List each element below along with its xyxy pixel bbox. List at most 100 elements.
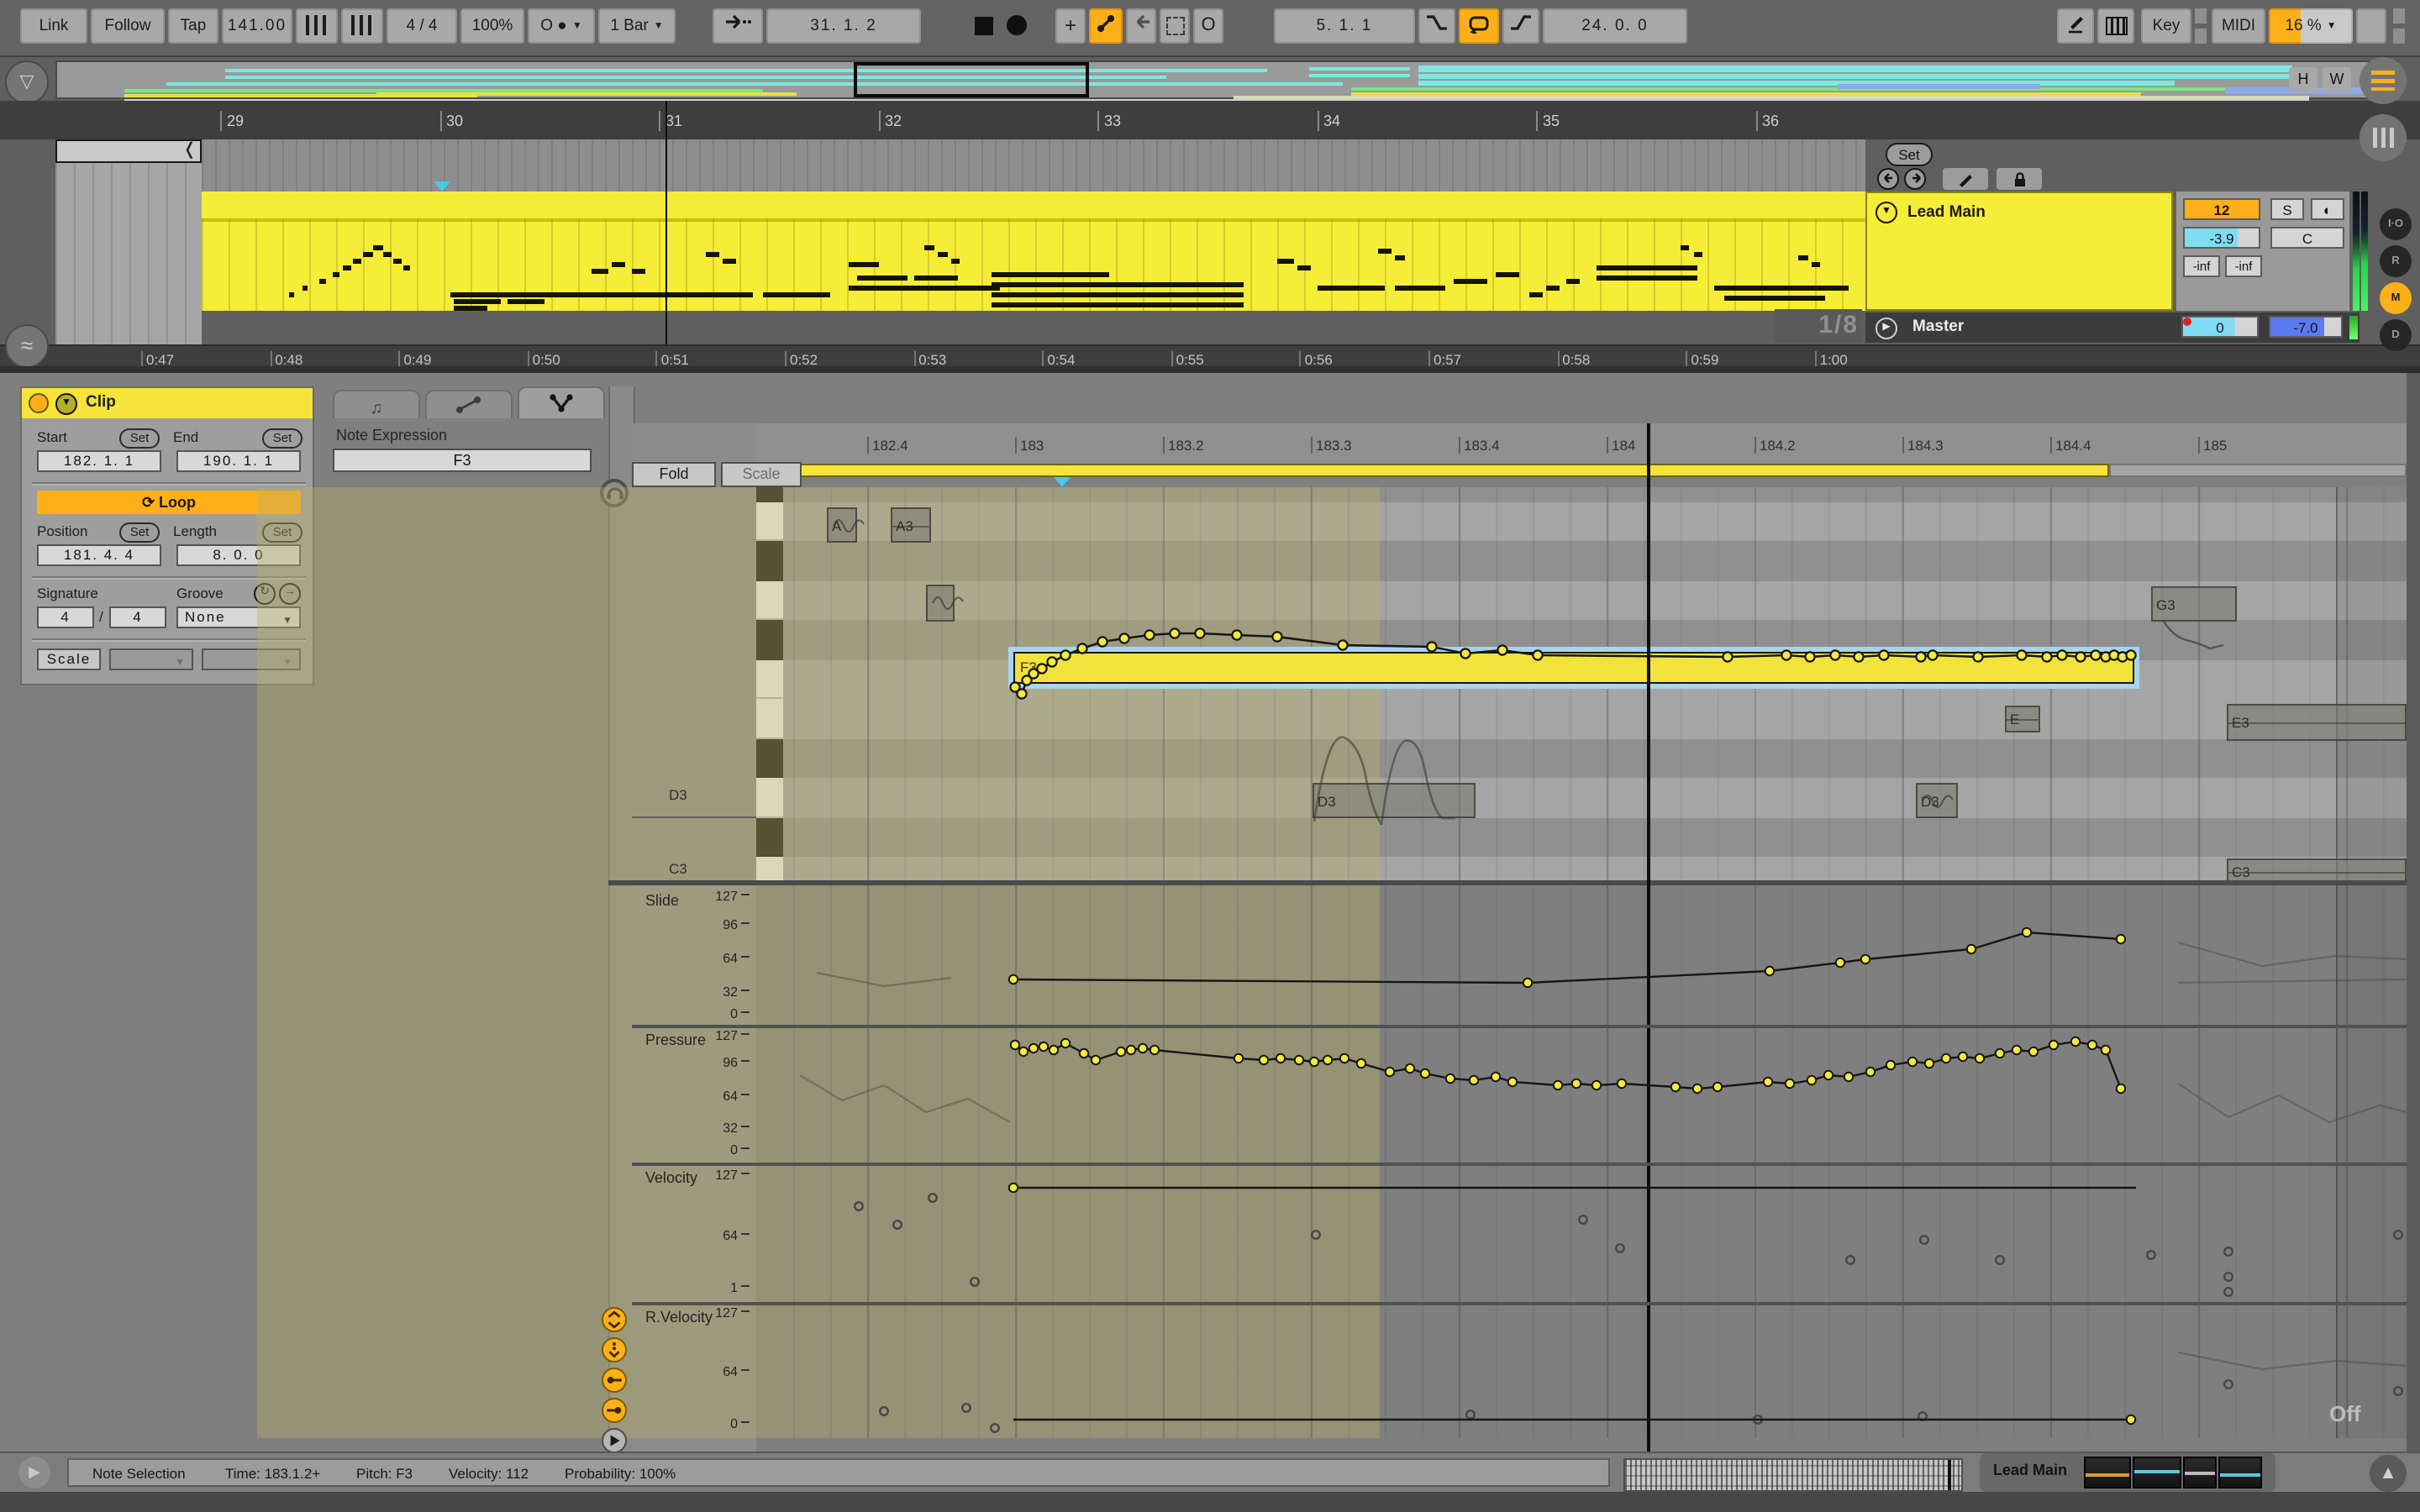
quantize-menu[interactable]: 1 Bar ▼ <box>598 8 676 44</box>
signature-denominator-field[interactable]: 4 <box>109 606 166 628</box>
clip-end-field[interactable]: 190. 1. 1 <box>176 450 301 472</box>
lane-separator[interactable] <box>632 1302 2407 1305</box>
lane-pressure[interactable]: Pressure 127 96 64 32 0 <box>632 1025 2407 1163</box>
loop-position-field[interactable]: 181. 4. 4 <box>37 544 161 566</box>
mixer-section-toggle[interactable]: M <box>2380 282 2412 314</box>
cpu-meter[interactable]: 16 % ▼ <box>2269 8 2353 44</box>
master-fold-icon[interactable]: ▶ <box>1876 317 1897 339</box>
device-thumbnail[interactable] <box>2183 1457 2217 1488</box>
new-midi-track-icon[interactable]: + <box>1055 8 1086 44</box>
draw-pencil-icon[interactable] <box>2057 8 2094 44</box>
midi-map-button[interactable]: MIDI <box>2212 8 2265 44</box>
solo-button[interactable]: S <box>2270 198 2304 220</box>
track-header-master[interactable]: ▶ Master 0 -7.0 <box>1865 312 2360 343</box>
stop-button[interactable] <box>968 8 998 44</box>
lane-separator[interactable] <box>632 1025 2407 1028</box>
draw-mode-icon[interactable] <box>1160 8 1190 44</box>
send-b-field[interactable]: -inf <box>2225 255 2262 277</box>
editor-insert-marker-icon[interactable] <box>1054 477 1071 487</box>
position-set-button[interactable]: Set <box>119 522 160 543</box>
show-hide-detail-icon[interactable]: ▲ <box>2370 1455 2407 1492</box>
clip-panel-header[interactable]: ▼ Clip <box>22 388 313 418</box>
anchor-right-icon[interactable] <box>602 1398 627 1423</box>
loop-set-button[interactable]: Set <box>1886 143 1933 166</box>
lane-envelope[interactable] <box>783 1302 2407 1438</box>
tap-tempo-button[interactable]: Tap <box>168 8 218 44</box>
lane-envelope[interactable] <box>783 1025 2407 1163</box>
lock-envelopes-button[interactable] <box>1996 168 2042 190</box>
lane-r-velocity[interactable]: R.Velocity 127 64 0 <box>632 1302 2407 1438</box>
end-set-button[interactable]: Set <box>262 428 302 449</box>
pencil-mode-button[interactable] <box>1943 168 1988 190</box>
groove-amount-field[interactable]: 100% <box>460 8 524 44</box>
lane-slide[interactable]: Slide 127 96 64 32 0 <box>632 885 2407 1025</box>
clip-title-bar[interactable] <box>202 192 1865 222</box>
key-map-button[interactable]: Key <box>2141 8 2191 44</box>
next-marker-button[interactable] <box>1904 168 1926 190</box>
track-volume-field[interactable]: -3.9 <box>2183 227 2260 249</box>
scale-root-menu-disabled[interactable]: ▼ <box>109 648 193 670</box>
time-signature-field[interactable]: 4 / 4 <box>387 8 457 44</box>
lane-envelope[interactable] <box>783 1163 2407 1302</box>
pitch-expression-curve[interactable] <box>783 487 2407 885</box>
arm-session-icon[interactable]: ◐ <box>2311 198 2344 220</box>
mixer-sections-icon[interactable] <box>2360 114 2407 161</box>
scale-button[interactable]: Scale <box>37 648 101 670</box>
automation-reenable-icon[interactable]: O <box>1193 8 1223 44</box>
arrangement-beat-ruler[interactable]: 29 30 31 32 33 34 35 36 <box>0 101 2420 139</box>
master-pan-field[interactable]: 0 <box>2181 316 2259 338</box>
anchor-left-icon[interactable] <box>602 1368 627 1393</box>
arrangement-editor-divider[interactable] <box>0 366 2420 373</box>
start-set-button[interactable]: Set <box>119 428 160 449</box>
loop-end-marker[interactable]: ❬ <box>55 139 202 163</box>
track-header-lead-main[interactable]: ▼ Lead Main <box>1865 192 2173 311</box>
delay-section-toggle[interactable]: D <box>2380 319 2412 351</box>
lane-envelope[interactable] <box>783 885 2407 1025</box>
signature-numerator-field[interactable]: 4 <box>37 606 94 628</box>
track-pan-field[interactable]: C <box>2270 227 2344 249</box>
capture-midi-icon[interactable] <box>1126 8 1156 44</box>
expand-icon[interactable] <box>602 1307 627 1332</box>
device-thumbnail[interactable] <box>2133 1457 2181 1488</box>
ramp-icon[interactable] <box>602 1337 627 1362</box>
editor-beat-ruler[interactable]: 182.4 183 183.2 183.3 183.4 184 184.2 184.3 184.… <box>756 423 2407 477</box>
lane-velocity[interactable]: Velocity 127 64 1 <box>632 1163 2407 1302</box>
arrangement-overview[interactable] <box>55 60 2398 101</box>
follow-playhead-icon[interactable] <box>713 8 763 44</box>
metronome-variant-menu[interactable]: O ● ▼ <box>528 8 595 44</box>
tempo-field[interactable]: 141.00 <box>222 8 292 44</box>
follow-button[interactable]: Follow <box>91 8 165 44</box>
scale-highlight-button[interactable]: Scale <box>721 462 802 487</box>
returns-section-toggle[interactable]: R <box>2380 245 2412 277</box>
midi-overdub-icon[interactable] <box>1089 8 1123 44</box>
loop-switch-icon[interactable] <box>1459 8 1499 44</box>
tab-envelopes[interactable] <box>425 390 513 418</box>
overview-collapse-icon[interactable]: ▽ <box>5 60 49 104</box>
track-fold-icon[interactable]: ▼ <box>1876 202 1897 223</box>
play-button[interactable] <box>928 8 965 44</box>
metronome-count-in-icon[interactable] <box>296 8 338 44</box>
arrangement-position-field[interactable]: 31. 1. 2 <box>766 8 921 44</box>
track-number-arm[interactable]: 12 <box>2183 198 2260 220</box>
crossfade-curves-icon[interactable]: ≈ <box>5 324 49 368</box>
automation-overview-strip[interactable] <box>1623 1458 1963 1492</box>
punch-in-icon[interactable] <box>1418 8 1455 44</box>
editor-scrollbar[interactable] <box>2407 373 2420 1490</box>
fit-height-button[interactable]: H <box>2289 67 2317 92</box>
loop-length-field[interactable]: 24. 0. 0 <box>1543 8 1687 44</box>
arrangement-locator-icon[interactable] <box>434 181 450 192</box>
hamburger-menu-icon[interactable] <box>2360 57 2407 104</box>
tab-note-expression[interactable] <box>518 386 605 418</box>
prev-marker-button[interactable] <box>1877 168 1899 190</box>
device-thumbnail[interactable] <box>2218 1457 2262 1488</box>
computer-midi-keyboard-icon[interactable] <box>2097 8 2134 44</box>
overview-viewport[interactable] <box>854 62 1089 97</box>
fit-width-button[interactable]: W <box>2323 67 2351 92</box>
status-play-icon[interactable]: ▶ <box>18 1457 50 1488</box>
arrangement-record-button[interactable] <box>1002 8 1032 44</box>
master-volume-field[interactable]: -7.0 <box>2269 316 2343 338</box>
device-chain-strip[interactable]: Lead Main <box>1980 1453 2275 1492</box>
tab-notes[interactable]: ♫ <box>333 390 420 418</box>
arrangement-midi-clip[interactable] <box>202 192 1865 311</box>
selected-note-pitch-field[interactable]: F3 <box>333 449 592 472</box>
